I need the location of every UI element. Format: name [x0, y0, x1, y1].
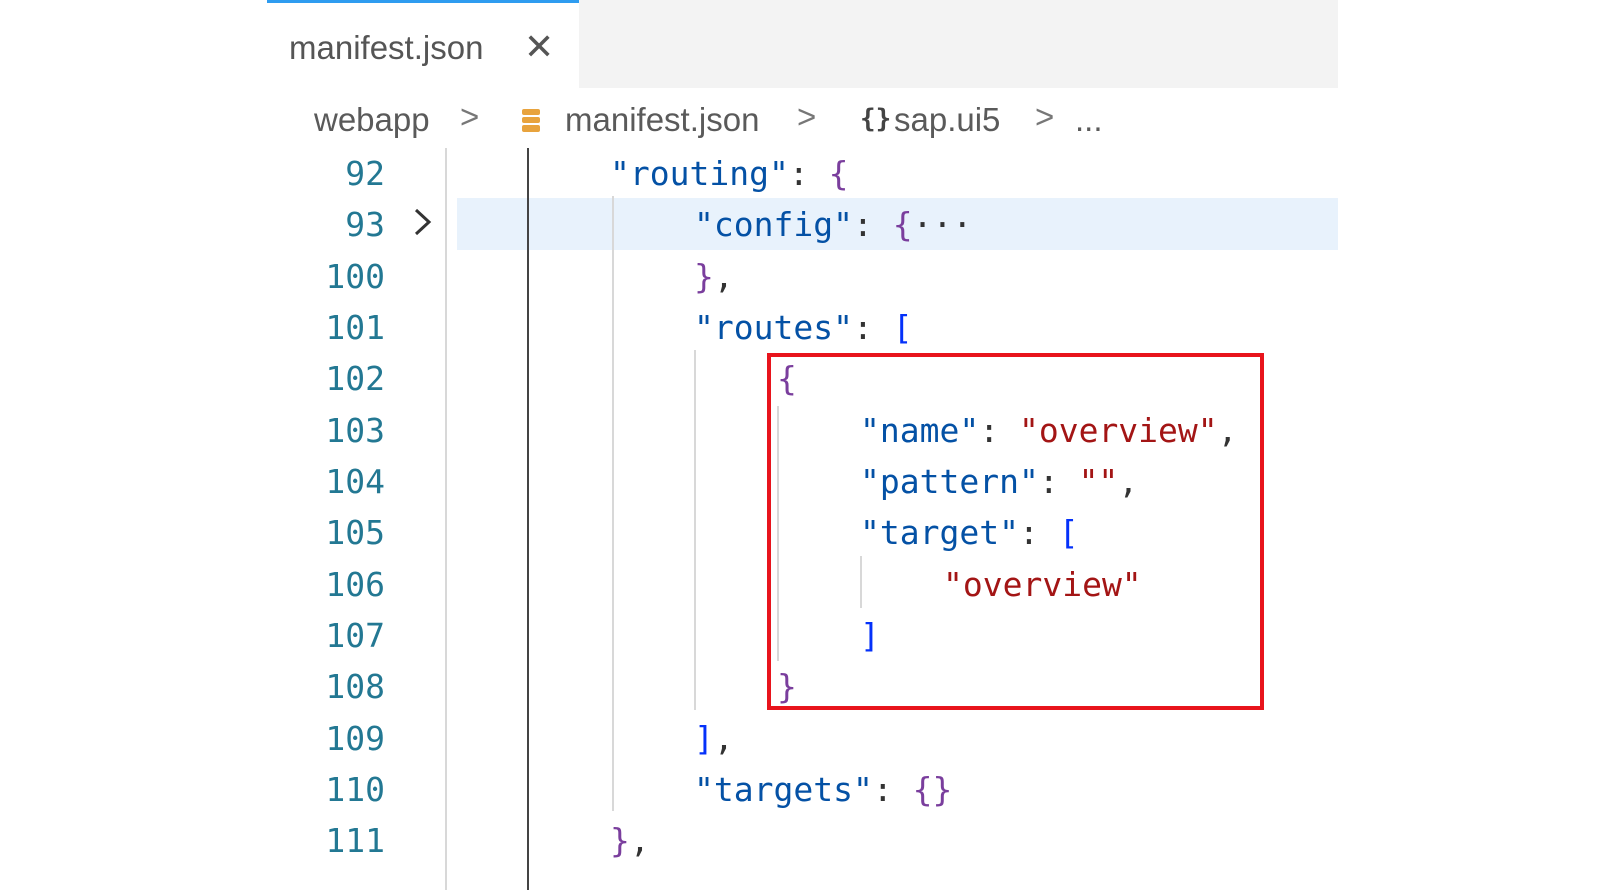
breadcrumb: webapp > manifest.json > {} sap.ui5 > ..…	[267, 96, 1338, 146]
close-icon[interactable]: ✕	[524, 29, 554, 65]
tab-manifest-json[interactable]: manifest.json ✕	[267, 0, 579, 88]
line-text: "targets": {}	[694, 770, 953, 809]
line-number: 108	[325, 667, 385, 706]
line-number: 93	[345, 205, 385, 244]
tab-bar: manifest.json ✕	[267, 0, 1338, 88]
breadcrumb-item-manifest[interactable]: manifest.json	[565, 101, 759, 139]
line-number: 103	[325, 411, 385, 450]
line-number: 105	[325, 513, 385, 552]
line-text: "routes": [	[694, 308, 913, 347]
line-number: 100	[325, 257, 385, 296]
code-area[interactable]: 92 "routing": { 93 "config": {··· 100 },…	[267, 148, 1338, 890]
code-line: 110 "targets": {}	[267, 764, 1338, 816]
code-editor: manifest.json ✕ webapp > manifest.json >…	[267, 0, 1338, 890]
line-text: ],	[694, 719, 734, 758]
annotation-highlight-box	[767, 353, 1264, 710]
breadcrumb-item-more[interactable]: ...	[1075, 101, 1103, 139]
line-text: "routing": {	[610, 154, 849, 193]
line-number: 111	[325, 821, 385, 860]
code-line: 100 },	[267, 251, 1338, 303]
line-text: "config": {···	[694, 205, 973, 244]
code-line: 101 "routes": [	[267, 302, 1338, 354]
code-line: 109 ],	[267, 713, 1338, 765]
line-number: 102	[325, 359, 385, 398]
code-line: 92 "routing": {	[267, 148, 1338, 200]
chevron-right-icon: >	[460, 98, 480, 135]
line-number: 92	[345, 154, 385, 193]
line-number: 109	[325, 719, 385, 758]
json-file-icon	[522, 109, 540, 132]
line-number: 106	[325, 565, 385, 604]
line-text: },	[694, 257, 734, 296]
line-number: 104	[325, 462, 385, 501]
line-number: 101	[325, 308, 385, 347]
breadcrumb-item-sap-ui5[interactable]: sap.ui5	[894, 101, 1000, 139]
chevron-right-icon: >	[1035, 98, 1055, 135]
code-line: 111 },	[267, 815, 1338, 867]
line-text: },	[610, 821, 650, 860]
line-number: 110	[325, 770, 385, 809]
tab-label: manifest.json	[289, 29, 484, 66]
breadcrumb-item-webapp[interactable]: webapp	[314, 101, 430, 139]
braces-icon: {}	[860, 104, 892, 134]
chevron-right-icon: >	[797, 98, 817, 135]
line-number: 107	[325, 616, 385, 655]
code-line: 93 "config": {···	[267, 199, 1338, 251]
